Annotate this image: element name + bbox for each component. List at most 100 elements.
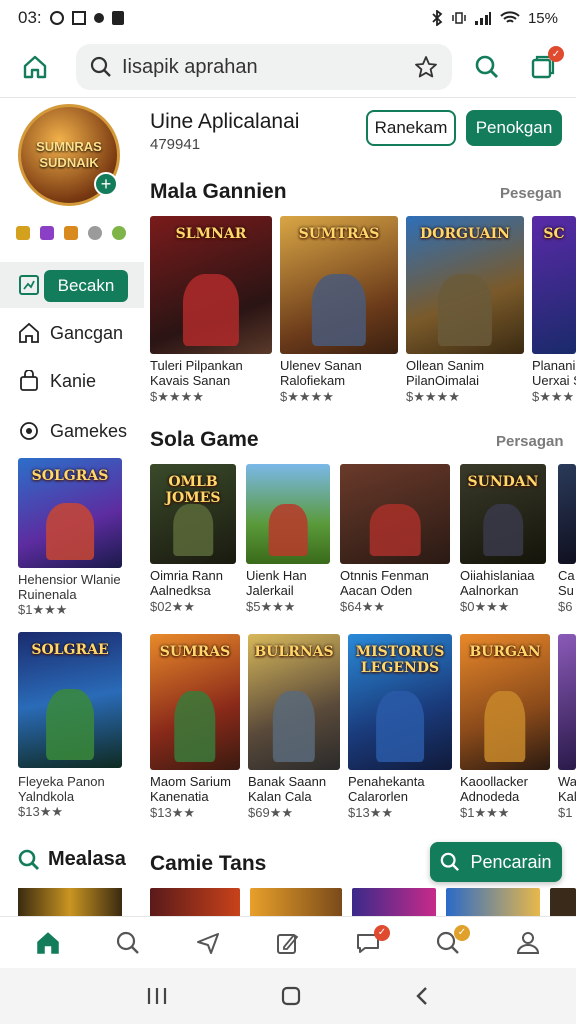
game-subtitle: Aalnorkan <box>460 583 519 598</box>
search-icon <box>18 849 39 870</box>
game-title: Oiiahislaniaa <box>460 568 535 583</box>
add-account-button[interactable]: + <box>94 172 118 196</box>
game-art <box>272 691 316 762</box>
game-subtitle: Kanenatia <box>150 789 209 804</box>
game-title: Banak Saann <box>248 774 327 789</box>
game-logo: SLMNAR <box>175 226 247 242</box>
sidebar-more-section[interactable]: Mealasa <box>18 848 126 871</box>
peek-card[interactable] <box>250 888 342 918</box>
sidebar-item-gamekes[interactable]: Gamekes <box>18 420 127 442</box>
trophy-icon[interactable] <box>16 226 30 240</box>
controller-icon[interactable] <box>112 226 126 240</box>
nav-profile[interactable] <box>508 923 548 963</box>
game-card[interactable]: DORGUAIN Ollean Sanim PilanOimalai $★★★★ <box>406 216 524 405</box>
search-bar[interactable]: Iisapik aprahan <box>76 44 452 90</box>
ranekam-button[interactable]: Ranekam <box>366 110 456 146</box>
game-card[interactable]: Uienk Han Jalerkail $5★★★ <box>246 464 330 615</box>
game-price: $5★★★ <box>246 599 296 614</box>
search-icon <box>116 931 139 954</box>
fab-label: Pencarain <box>470 851 552 872</box>
sidebar-item-active[interactable]: Becakn <box>0 262 144 308</box>
sidebar-game-card[interactable]: SOLGRAE <box>18 632 122 768</box>
penokgan-button[interactable]: Penokgan <box>466 110 562 146</box>
game-logo: SUNDAN <box>467 474 539 490</box>
app-title: Uine Aplicalanai <box>150 110 300 133</box>
search-input[interactable]: Iisapik aprahan <box>122 56 404 79</box>
game-price: $64★★ <box>340 599 385 614</box>
status-circle-icon <box>49 11 64 25</box>
peek-card[interactable] <box>352 888 436 918</box>
search-button[interactable] <box>468 48 506 86</box>
top-app-bar: Iisapik aprahan ✓ <box>0 38 576 98</box>
sidebar-peek-card[interactable] <box>18 888 122 916</box>
nav-send[interactable] <box>188 923 228 963</box>
game-title: Tuleri Pilpankan <box>150 358 243 373</box>
home-button[interactable] <box>16 48 54 86</box>
status-square-icon <box>71 11 86 25</box>
game-subtitle: Su <box>558 583 574 598</box>
game-price: $6 <box>558 599 573 614</box>
peek-card-row <box>150 888 576 918</box>
game-subtitle: Ruinenala <box>18 587 77 602</box>
peek-card[interactable] <box>550 888 576 918</box>
section-see-all-link[interactable]: Persagan <box>496 433 564 450</box>
game-art <box>268 504 308 556</box>
game-price: $1★★★ <box>18 602 68 617</box>
notifications-button[interactable]: ✓ <box>524 46 564 86</box>
game-card[interactable]: MISTORUS LEGENDS Penahekanta Calarorlen … <box>348 634 452 821</box>
game-subtitle: Kalan Cala <box>248 789 312 804</box>
nav-home[interactable] <box>28 923 68 963</box>
game-card[interactable]: BURGAN Kaoollacker Adnodeda $1★★★ <box>460 634 550 821</box>
send-icon <box>197 932 219 954</box>
game-card[interactable]: SLMNAR Tuleri Pilpankan Kavais Sanan $★★… <box>150 216 272 405</box>
nav-search[interactable] <box>108 923 148 963</box>
back-icon[interactable] <box>414 985 430 1007</box>
peek-card[interactable] <box>446 888 540 918</box>
game-card[interactable]: Wa Kal $1 <box>558 634 576 820</box>
home-button-icon[interactable] <box>280 985 302 1007</box>
game-title: Oimria Rann <box>150 568 223 583</box>
game-card[interactable]: SUMTRAS Ulenev Sanan Ralofiekam $★★★★ <box>280 216 398 405</box>
game-card[interactable]: SUMRAS Maom Sarium Kanenatia $13★★ <box>150 634 240 821</box>
game-price: $★★★★ <box>150 389 204 404</box>
sidebar-item-kanie[interactable]: Kanie <box>18 370 96 392</box>
discover-badge: ✓ <box>454 924 470 941</box>
sidebar-item-gancgan[interactable]: Gancgan <box>18 322 123 344</box>
game-card[interactable]: BULRNAS Banak Saann Kalan Cala $69★★ <box>248 634 340 821</box>
game-price: $69★★ <box>248 805 293 820</box>
vibrate-icon <box>452 12 466 24</box>
game-card[interactable]: SC Planani A Uerxai S $★★★ <box>532 216 576 405</box>
gamepad-icon <box>20 422 38 440</box>
game-logo: BURGAN <box>469 644 541 660</box>
chest-icon[interactable] <box>64 226 78 240</box>
search-fab-button[interactable]: Pencarain <box>430 842 562 882</box>
game-price: $13★★ <box>18 804 63 819</box>
status-bar: 03: 15% <box>0 0 576 36</box>
game-title: Otnnis Fenman <box>340 568 429 583</box>
sidebar-game-card[interactable]: SOLGRAS <box>18 458 122 568</box>
coin-icon[interactable] <box>88 226 102 240</box>
game-title: Wa <box>558 774 576 789</box>
nav-messages[interactable]: ✓ <box>348 923 390 963</box>
game-title: Ulenev Sanan <box>280 358 362 373</box>
game-title: Fleyeka Panon <box>18 774 105 789</box>
puzzle-icon[interactable] <box>40 226 54 240</box>
nav-edit[interactable] <box>268 923 308 963</box>
game-logo: MISTORUS LEGENDS <box>355 644 445 676</box>
nav-discover[interactable]: ✓ <box>428 923 470 963</box>
game-price: $02★★ <box>150 599 195 614</box>
peek-card[interactable] <box>150 888 240 918</box>
game-card[interactable]: Otnnis Fenman Aacan Oden $64★★ <box>340 464 450 615</box>
game-title: Planani A <box>532 358 576 373</box>
recents-icon[interactable] <box>146 986 168 1006</box>
game-card[interactable]: SUNDAN Oiiahislaniaa Aalnorkan $0★★★ <box>460 464 546 615</box>
game-card[interactable]: OMLB JOMES Oimria Rann Aalnedksa $02★★ <box>150 464 236 615</box>
section-see-all-link[interactable]: Pesegan <box>500 185 562 202</box>
section-title: Camie Tans <box>150 852 267 875</box>
game-price: $★★★★ <box>280 389 334 404</box>
game-card[interactable]: Ca Su $6 <box>558 464 576 614</box>
sidebar-item-label: Gancgan <box>50 322 124 343</box>
star-icon[interactable] <box>414 55 438 79</box>
game-art <box>369 504 421 556</box>
bottom-navigation: ✓ ✓ <box>0 916 576 968</box>
